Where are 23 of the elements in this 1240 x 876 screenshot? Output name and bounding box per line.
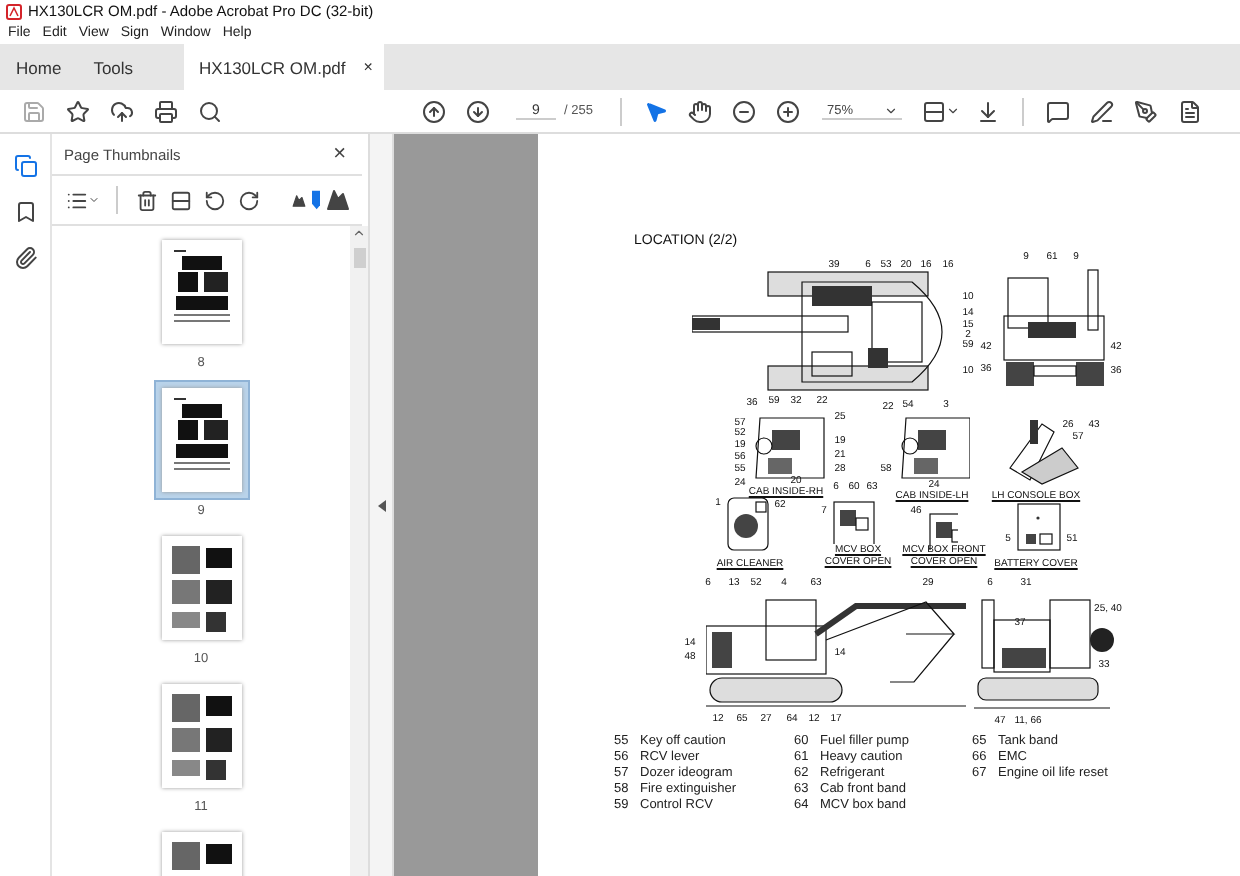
pages-icon[interactable] bbox=[11, 154, 39, 178]
battery-cover-drawing bbox=[1017, 503, 1061, 551]
tab[interactable]: HX130LCR OM.pdf × bbox=[183, 44, 385, 90]
scrollbar[interactable] bbox=[350, 226, 368, 876]
excavator-rear-view-drawing bbox=[974, 599, 1114, 709]
air-cleaner-drawing bbox=[727, 497, 769, 551]
tab[interactable]: Home bbox=[0, 44, 78, 90]
close-tab-icon[interactable]: × bbox=[363, 58, 373, 76]
page-thumbnail[interactable] bbox=[153, 380, 249, 500]
close-panel-button[interactable]: × bbox=[333, 142, 346, 166]
slider-thumb[interactable] bbox=[311, 190, 321, 210]
valve-box-drawing bbox=[833, 501, 875, 544]
paperclip-icon[interactable] bbox=[11, 246, 39, 270]
tab[interactable]: Tools bbox=[77, 44, 150, 90]
console-box-drawing bbox=[1009, 420, 1079, 485]
cab-interior-drawing bbox=[901, 417, 970, 479]
cab-interior-drawing bbox=[755, 417, 825, 479]
caret-icon[interactable] bbox=[884, 103, 899, 117]
scroll-thumb[interactable] bbox=[353, 248, 365, 268]
scroll-up-icon[interactable] bbox=[352, 226, 366, 240]
excavator-front-view-drawing bbox=[1003, 269, 1105, 386]
collapse-arrow-icon[interactable] bbox=[377, 499, 385, 511]
app-logo-icon bbox=[6, 3, 22, 19]
